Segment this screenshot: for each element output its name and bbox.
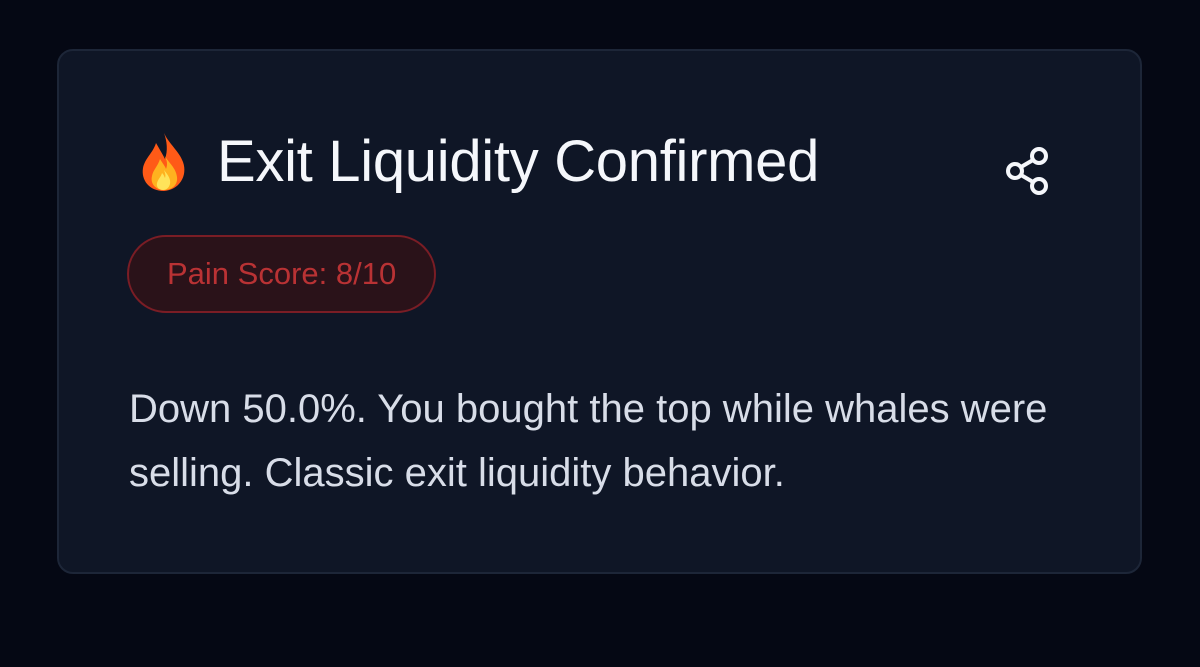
- fire-icon: [142, 133, 185, 191]
- share-icon[interactable]: [999, 143, 1055, 199]
- card-header: Exit Liquidity Confirmed: [135, 131, 819, 193]
- card-title: Exit Liquidity Confirmed: [217, 129, 820, 194]
- pain-score-badge: Pain Score: 8/10: [127, 235, 437, 313]
- card-description: Down 50.0%. You bought the top while wha…: [129, 387, 1048, 495]
- roast-card: Exit Liquidity Confirmed Pain Score: 8/1…: [57, 49, 1142, 574]
